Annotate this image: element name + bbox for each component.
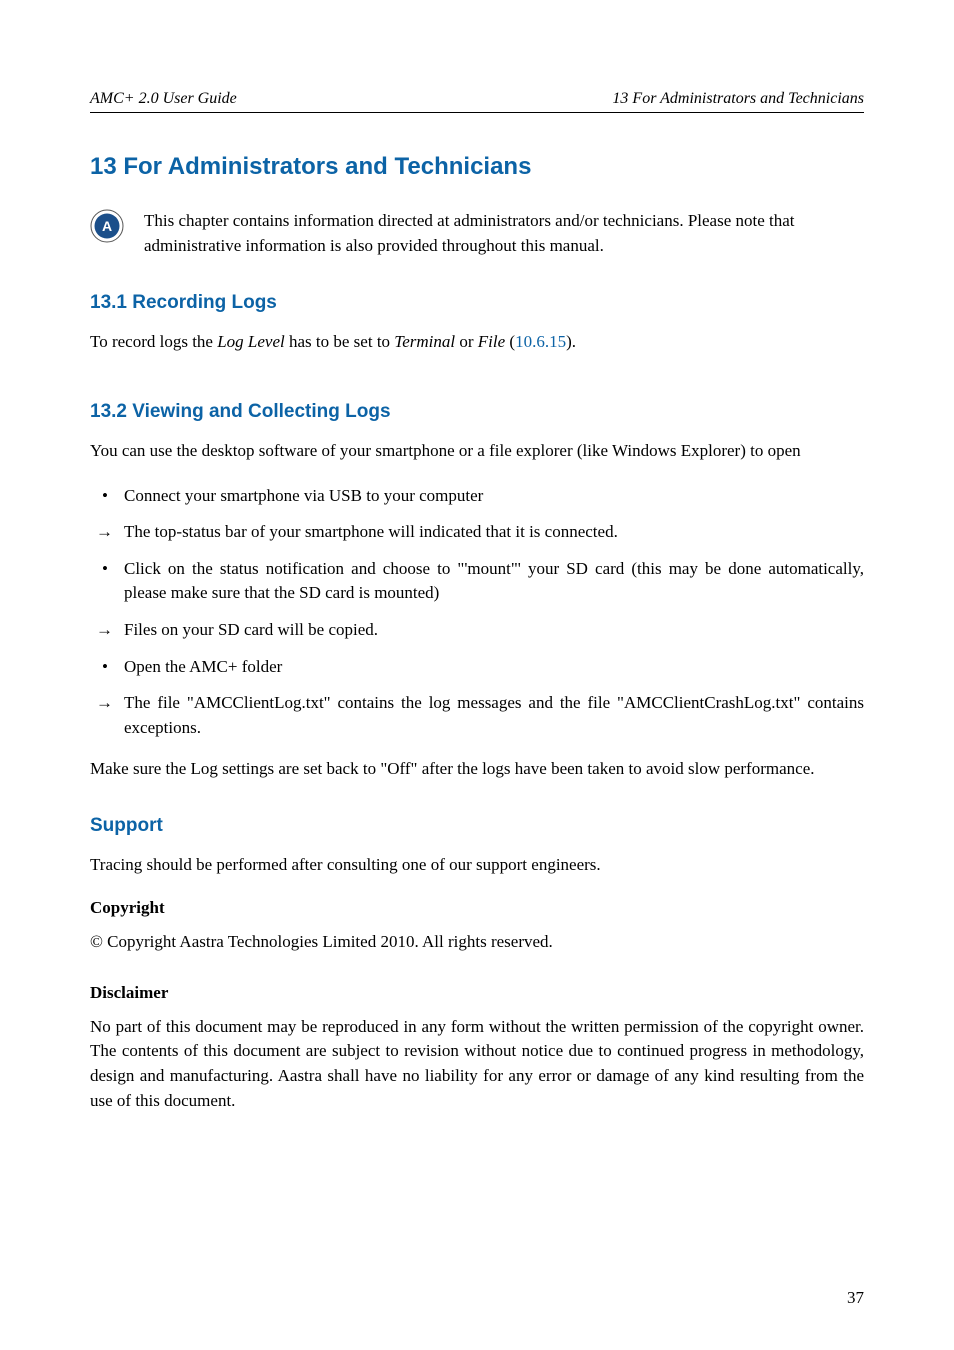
text-italic: Log Level — [217, 332, 285, 351]
header-left: AMC+ 2.0 User Guide — [90, 90, 237, 108]
admin-badge-icon: A — [90, 209, 124, 243]
heading-disclaimer: Disclaimer — [90, 983, 864, 1003]
heading-copyright: Copyright — [90, 898, 864, 918]
intro-text: This chapter contains information direct… — [144, 209, 864, 258]
text: or — [455, 332, 478, 351]
section-title: 13 For Administrators and Technicians — [90, 153, 864, 181]
list-item: • Click on the status notification and c… — [124, 557, 864, 606]
arrow-icon: → — [96, 520, 113, 545]
heading-13-2: 13.2 Viewing and Collecting Logs — [90, 401, 864, 423]
bullet-icon: • — [102, 655, 108, 680]
step-list: • Connect your smartphone via USB to you… — [90, 484, 864, 741]
list-item-text: Files on your SD card will be copied. — [124, 620, 378, 639]
paragraph-support: Tracing should be performed after consul… — [90, 853, 864, 878]
paragraph-13-2-intro: You can use the desktop software of your… — [90, 439, 864, 464]
text: ). — [566, 332, 576, 351]
text: To record logs the — [90, 332, 217, 351]
list-item-text: Open the AMC+ folder — [124, 657, 282, 676]
bullet-icon: • — [102, 484, 108, 509]
running-header: AMC+ 2.0 User Guide 13 For Administrator… — [90, 90, 864, 113]
svg-text:A: A — [102, 218, 112, 234]
bullet-icon: • — [102, 557, 108, 582]
list-item-text: The file "AMCClientLog.txt" contains the… — [124, 693, 864, 737]
list-item: • Connect your smartphone via USB to you… — [124, 484, 864, 509]
paragraph-disclaimer: No part of this document may be reproduc… — [90, 1015, 864, 1114]
heading-support: Support — [90, 815, 864, 837]
list-item: • Open the AMC+ folder — [124, 655, 864, 680]
page-number: 37 — [847, 1288, 864, 1308]
text-italic: File — [478, 332, 505, 351]
list-item: → Files on your SD card will be copied. — [124, 618, 864, 643]
list-item-text: The top-status bar of your smartphone wi… — [124, 522, 618, 541]
list-item-text: Connect your smartphone via USB to your … — [124, 486, 483, 505]
text: ( — [505, 332, 515, 351]
cross-ref-link[interactable]: 10.6.15 — [515, 332, 566, 351]
list-item: → The file "AMCClientLog.txt" contains t… — [124, 691, 864, 740]
paragraph-copyright: © Copyright Aastra Technologies Limited … — [90, 930, 864, 955]
heading-13-1: 13.1 Recording Logs — [90, 292, 864, 314]
text-italic: Terminal — [394, 332, 455, 351]
list-item-text: Click on the status notification and cho… — [124, 559, 864, 603]
paragraph-13-2-outro: Make sure the Log settings are set back … — [90, 757, 864, 782]
page: AMC+ 2.0 User Guide 13 For Administrator… — [0, 0, 954, 1350]
arrow-icon: → — [96, 618, 113, 643]
intro-block: A This chapter contains information dire… — [90, 209, 864, 258]
list-item: → The top-status bar of your smartphone … — [124, 520, 864, 545]
arrow-icon: → — [96, 691, 113, 716]
text: has to be set to — [285, 332, 395, 351]
header-right: 13 For Administrators and Technicians — [612, 90, 864, 108]
paragraph-13-1: To record logs the Log Level has to be s… — [90, 330, 864, 355]
